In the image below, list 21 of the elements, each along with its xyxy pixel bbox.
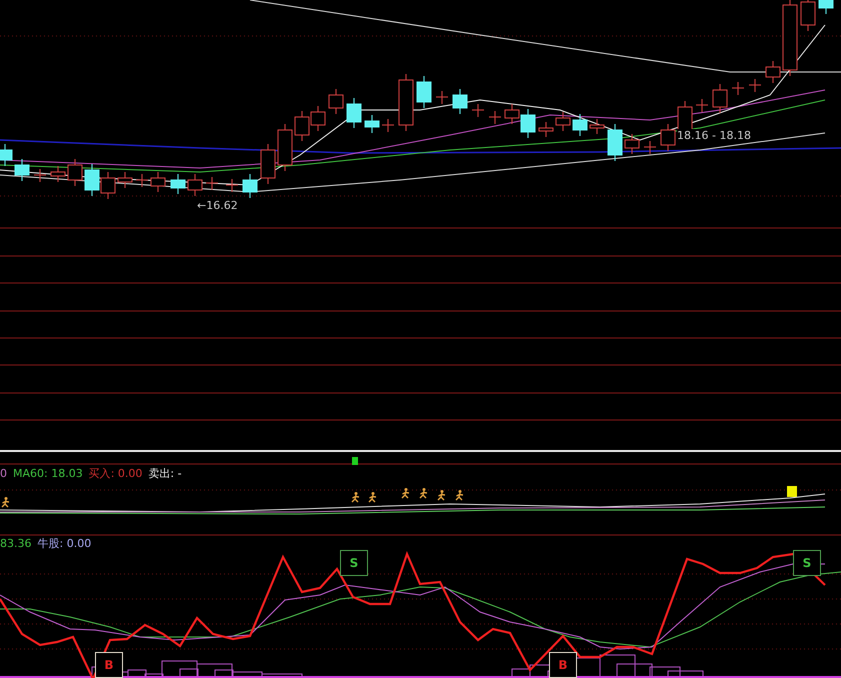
legend-text: MA60: 18.03: [13, 467, 83, 480]
legend-text: 83.36: [0, 537, 32, 550]
runner-icon: [455, 490, 464, 501]
runner-icon: [1, 497, 10, 508]
legend-text: 卖出: -: [148, 467, 182, 480]
runner-icon: [401, 488, 410, 499]
price-label: ←16.62: [197, 199, 238, 212]
signal-square-icon: [787, 486, 797, 497]
runner-icon: [437, 490, 446, 501]
buy-signal-marker: B: [549, 652, 577, 678]
legend-text: 牛股: 0.00: [38, 537, 92, 550]
runner-icon: [419, 488, 428, 499]
sell-signal-marker: S: [340, 550, 368, 576]
runner-icon: [351, 492, 360, 503]
runner-icon: [368, 492, 377, 503]
signal-square-icon: [352, 457, 358, 465]
sell-signal-marker: S: [793, 550, 821, 576]
legend-text: 买入: 0.00: [88, 467, 142, 480]
legend-text: 0: [0, 467, 7, 480]
buy-signal-marker: B: [95, 652, 123, 678]
price-label: 18.16 - 18.18: [677, 129, 751, 142]
